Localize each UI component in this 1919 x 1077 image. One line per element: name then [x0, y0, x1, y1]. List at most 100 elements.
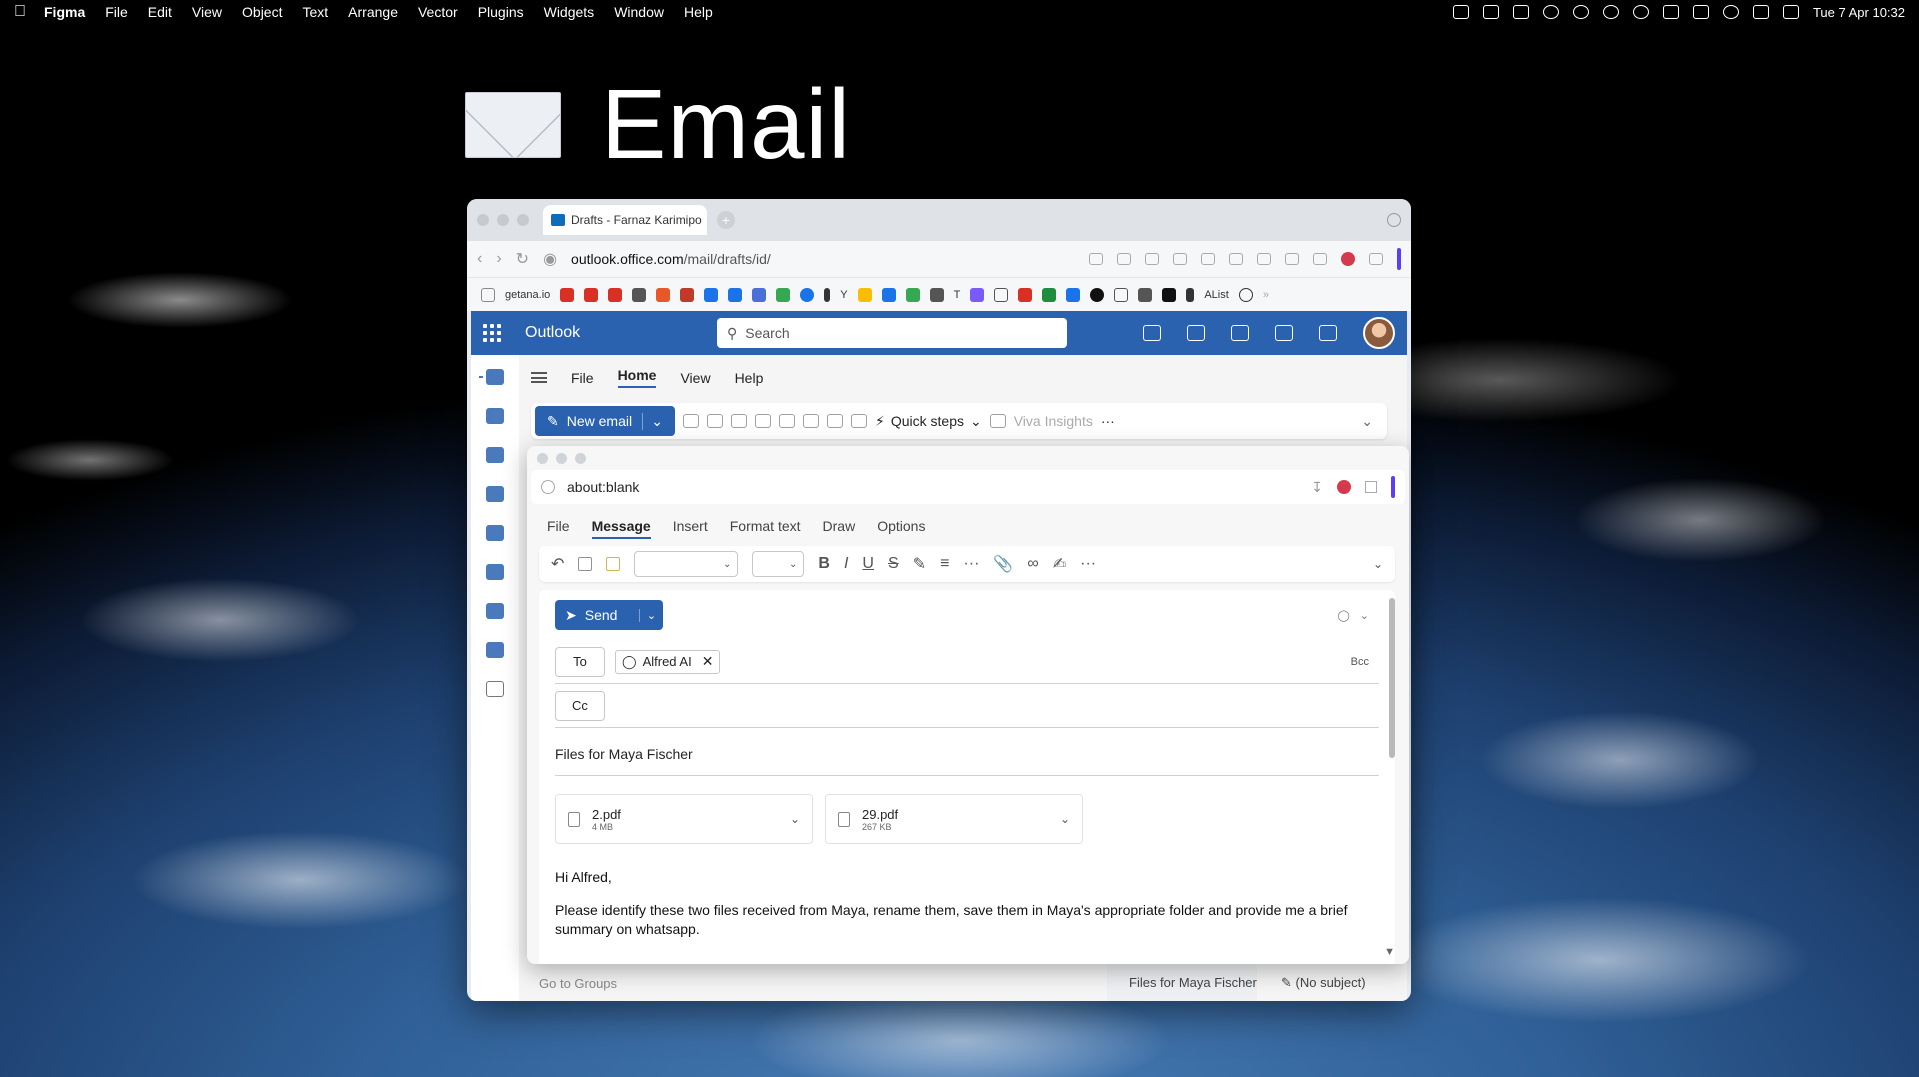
- heart-icon[interactable]: [1229, 253, 1243, 265]
- sidebar-toggle-icon[interactable]: [1397, 248, 1401, 270]
- tab-insert[interactable]: Insert: [673, 518, 708, 539]
- outlook-icon[interactable]: [1187, 325, 1205, 341]
- apple-icon[interactable]: : [14, 3, 26, 21]
- bookmark-icon[interactable]: [656, 287, 671, 302]
- undo-icon[interactable]: ↶: [551, 554, 564, 574]
- tab-file[interactable]: File: [547, 518, 570, 539]
- archive-icon[interactable]: [707, 414, 723, 428]
- close-window-button[interactable]: [477, 214, 489, 226]
- bookmark-icon[interactable]: [1042, 287, 1057, 302]
- go-to-groups-link[interactable]: Go to Groups: [519, 976, 669, 991]
- more-apps-icon[interactable]: [486, 681, 504, 697]
- scroll-down-arrow-icon[interactable]: ▼: [1384, 946, 1395, 958]
- font-family-select[interactable]: ⌄: [634, 551, 739, 577]
- undo-icon[interactable]: [803, 414, 819, 428]
- menu-file[interactable]: File: [105, 4, 128, 20]
- save-icon[interactable]: [486, 525, 504, 541]
- tab-view[interactable]: View: [680, 370, 710, 386]
- gear-icon[interactable]: [1319, 325, 1337, 341]
- bookmark-icon[interactable]: [905, 287, 920, 302]
- inbox-icon[interactable]: [632, 287, 647, 302]
- calendar-icon[interactable]: [728, 287, 743, 302]
- send-icon[interactable]: [1201, 253, 1215, 265]
- recipient-chip[interactable]: ◯ Alfred AI ✕: [615, 649, 721, 674]
- chevron-down-icon[interactable]: ⌄: [1373, 557, 1383, 571]
- tab-format-text[interactable]: Format text: [730, 518, 801, 539]
- attach-icon[interactable]: 📎: [993, 554, 1013, 574]
- menu-edit[interactable]: Edit: [148, 4, 172, 20]
- key-icon[interactable]: [1089, 253, 1103, 265]
- org-icon[interactable]: [486, 564, 504, 580]
- bookmark-getana[interactable]: getana.io: [505, 289, 550, 301]
- profile-icon[interactable]: [1313, 253, 1327, 265]
- bookmark-icon[interactable]: [824, 287, 831, 302]
- mail-icon[interactable]: [486, 369, 504, 385]
- report-icon[interactable]: [731, 414, 747, 428]
- spotlight-search-icon[interactable]: [1722, 5, 1739, 19]
- minimize-window-button[interactable]: [497, 214, 509, 226]
- bcc-link[interactable]: Bcc: [1351, 656, 1369, 668]
- sweep-icon[interactable]: [755, 414, 771, 428]
- moon-icon[interactable]: [1632, 5, 1649, 19]
- teams-icon[interactable]: [486, 642, 504, 658]
- to-button[interactable]: To: [555, 646, 605, 677]
- wifi-icon[interactable]: [1752, 5, 1769, 19]
- download-icon[interactable]: [1257, 253, 1271, 265]
- bookmark-icon[interactable]: [970, 287, 985, 302]
- people-icon[interactable]: [486, 447, 504, 463]
- reload-icon[interactable]: ↻: [516, 249, 529, 269]
- menu-arrange[interactable]: Arrange: [348, 4, 398, 20]
- list-icon[interactable]: [1285, 253, 1299, 265]
- extension-icon[interactable]: [1337, 480, 1351, 494]
- chevron-down-icon[interactable]: ⌄: [1060, 812, 1070, 826]
- battery-icon[interactable]: [1692, 5, 1709, 19]
- popup-url[interactable]: about:blank: [567, 479, 639, 495]
- calendar-icon[interactable]: [704, 287, 719, 302]
- close-window-button[interactable]: [537, 453, 548, 464]
- dropbox-icon[interactable]: [1512, 5, 1529, 19]
- strikethrough-icon[interactable]: S: [888, 555, 899, 573]
- viva-insights-button[interactable]: Viva Insights: [1014, 413, 1093, 429]
- sync-icon[interactable]: [1542, 5, 1559, 19]
- chevron-down-icon[interactable]: ⌄: [790, 812, 800, 826]
- bookmark-alist[interactable]: AList: [1204, 289, 1228, 301]
- more-icon[interactable]: ···: [1101, 413, 1115, 429]
- font-size-select[interactable]: ⌄: [752, 551, 805, 577]
- new-tab-button[interactable]: +: [717, 211, 735, 229]
- draft-tab-files-for-maya[interactable]: Files for Maya Fischer: [1107, 965, 1257, 1001]
- maps-icon[interactable]: [776, 287, 791, 302]
- search-input[interactable]: ⚲ Search: [717, 318, 1067, 348]
- bookmark-icon[interactable]: [1138, 287, 1153, 302]
- format-painter-icon[interactable]: [606, 557, 621, 571]
- tab-draw[interactable]: Draw: [823, 518, 856, 539]
- forward-icon[interactable]: ›: [496, 250, 501, 268]
- todo-icon[interactable]: [486, 486, 504, 502]
- tab-file[interactable]: File: [571, 370, 594, 386]
- bluetooth-icon[interactable]: [1662, 5, 1679, 19]
- gmail-icon[interactable]: [584, 287, 599, 302]
- download-icon[interactable]: ↧: [1311, 479, 1323, 496]
- onedrive-icon[interactable]: [486, 603, 504, 619]
- delete-icon[interactable]: [683, 414, 699, 428]
- cube-icon[interactable]: [1365, 481, 1377, 493]
- tab-help[interactable]: Help: [735, 370, 764, 386]
- shield-icon[interactable]: [1173, 253, 1187, 265]
- more-icon[interactable]: ···: [963, 555, 979, 573]
- bookmark-icon[interactable]: [680, 287, 695, 302]
- notes-icon[interactable]: [1231, 325, 1249, 341]
- quick-steps-button[interactable]: ⚡ Quick steps ⌄: [875, 413, 982, 430]
- bookmark-icon[interactable]: [1186, 287, 1195, 302]
- message-body-editor[interactable]: Hi Alfred, Please identify these two fil…: [555, 868, 1379, 939]
- menu-vector[interactable]: Vector: [418, 4, 458, 20]
- new-email-button[interactable]: ✎ New email ⌄: [535, 406, 675, 436]
- folder-icon[interactable]: [481, 287, 495, 302]
- bookmark-icon[interactable]: [1238, 287, 1253, 302]
- bookmark-icon[interactable]: [881, 287, 896, 302]
- menubar-clock[interactable]: Tue 7 Apr 10:32: [1813, 5, 1905, 20]
- underline-icon[interactable]: U: [862, 555, 874, 573]
- menu-view[interactable]: View: [192, 4, 222, 20]
- edit-icon[interactable]: [1117, 253, 1131, 265]
- move-icon[interactable]: [779, 414, 795, 428]
- bookmark-y[interactable]: Y: [840, 289, 847, 301]
- more-bookmarks-icon[interactable]: »: [1263, 289, 1269, 301]
